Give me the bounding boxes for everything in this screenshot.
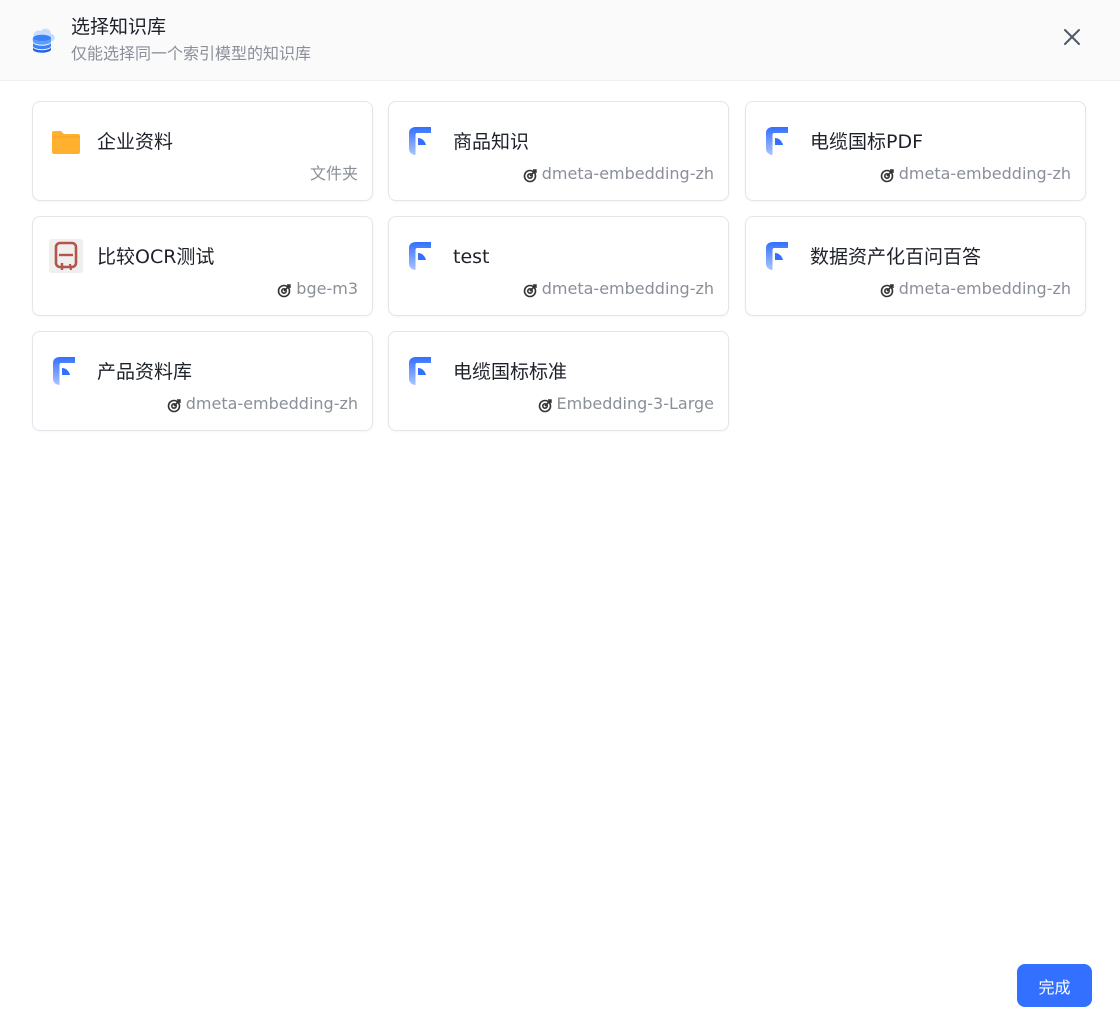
dataset-icon	[49, 354, 83, 388]
embedding-model-icon	[538, 397, 552, 413]
dataset-card-7[interactable]: 电缆国标标准 Embedding-3-Large	[388, 331, 729, 431]
dataset-type-label: 文件夹	[309, 164, 358, 183]
dataset-name: 企业资料	[97, 131, 174, 153]
close-button[interactable]	[1056, 23, 1088, 55]
embedding-model-label: dmeta-embedding-zh	[185, 394, 358, 413]
embedding-model-icon	[167, 397, 181, 413]
dataset-card-5[interactable]: 数据资产化百问百答 dmeta-embedding-zh	[745, 216, 1086, 316]
embedding-model-icon	[523, 167, 537, 183]
embedding-model-label: dmeta-embedding-zh	[898, 279, 1071, 298]
dataset-name: 电缆国标PDF	[810, 131, 924, 153]
dataset-icon	[405, 124, 439, 158]
modal-subtitle: 仅能选择同一个索引模型的知识库	[71, 44, 312, 63]
dataset-name: 数据资产化百问百答	[810, 246, 982, 268]
modal-title: 选择知识库	[71, 16, 167, 38]
dataset-card-4[interactable]: test dmeta-embedding-zh	[388, 216, 729, 316]
modal-header: 选择知识库 仅能选择同一个索引模型的知识库	[0, 0, 1120, 81]
dataset-card-0[interactable]: 企业资料 文件夹	[32, 101, 373, 201]
dataset-type: 文件夹	[310, 163, 358, 185]
custom-avatar-icon	[49, 239, 83, 273]
dataset-model: dmeta-embedding-zh	[880, 278, 1071, 300]
dataset-model: dmeta-embedding-zh	[167, 393, 358, 415]
dataset-name: 电缆国标标准	[453, 361, 568, 383]
dataset-card-3[interactable]: 比较OCR测试 bge-m3	[32, 216, 373, 316]
embedding-model-icon	[880, 167, 894, 183]
close-icon	[1063, 28, 1081, 50]
dataset-model: bge-m3	[277, 278, 358, 300]
dataset-card-1[interactable]: 商品知识 dmeta-embedding-zh	[388, 101, 729, 201]
dataset-icon	[405, 354, 439, 388]
embedding-model-label: dmeta-embedding-zh	[541, 164, 714, 183]
embedding-model-label: bge-m3	[296, 279, 358, 298]
embedding-model-label: dmeta-embedding-zh	[898, 164, 1071, 183]
dataset-name: 比较OCR测试	[97, 246, 215, 268]
dataset-model: dmeta-embedding-zh	[880, 163, 1071, 185]
dataset-model: dmeta-embedding-zh	[523, 163, 714, 185]
dataset-name: 产品资料库	[97, 361, 193, 383]
dataset-icon	[762, 239, 796, 273]
dataset-model: Embedding-3-Large	[538, 393, 715, 415]
embedding-model-icon	[523, 282, 537, 298]
embedding-model-icon	[277, 282, 291, 298]
embedding-model-label: Embedding-3-Large	[556, 394, 715, 413]
database-stack-icon	[25, 22, 59, 56]
dataset-card-6[interactable]: 产品资料库 dmeta-embedding-zh	[32, 331, 373, 431]
folder-icon	[49, 124, 83, 158]
select-dataset-modal: 选择知识库 仅能选择同一个索引模型的知识库 企业资料 文件夹 商品知识 dmet…	[0, 0, 1120, 1025]
dataset-card-2[interactable]: 电缆国标PDF dmeta-embedding-zh	[745, 101, 1086, 201]
dataset-name: test	[453, 246, 490, 268]
embedding-model-label: dmeta-embedding-zh	[541, 279, 714, 298]
dataset-icon	[762, 124, 796, 158]
dataset-icon	[405, 239, 439, 273]
dataset-model: dmeta-embedding-zh	[523, 278, 714, 300]
dataset-name: 商品知识	[453, 131, 530, 153]
embedding-model-icon	[880, 282, 894, 298]
done-button[interactable]: 完成	[1017, 964, 1092, 1007]
